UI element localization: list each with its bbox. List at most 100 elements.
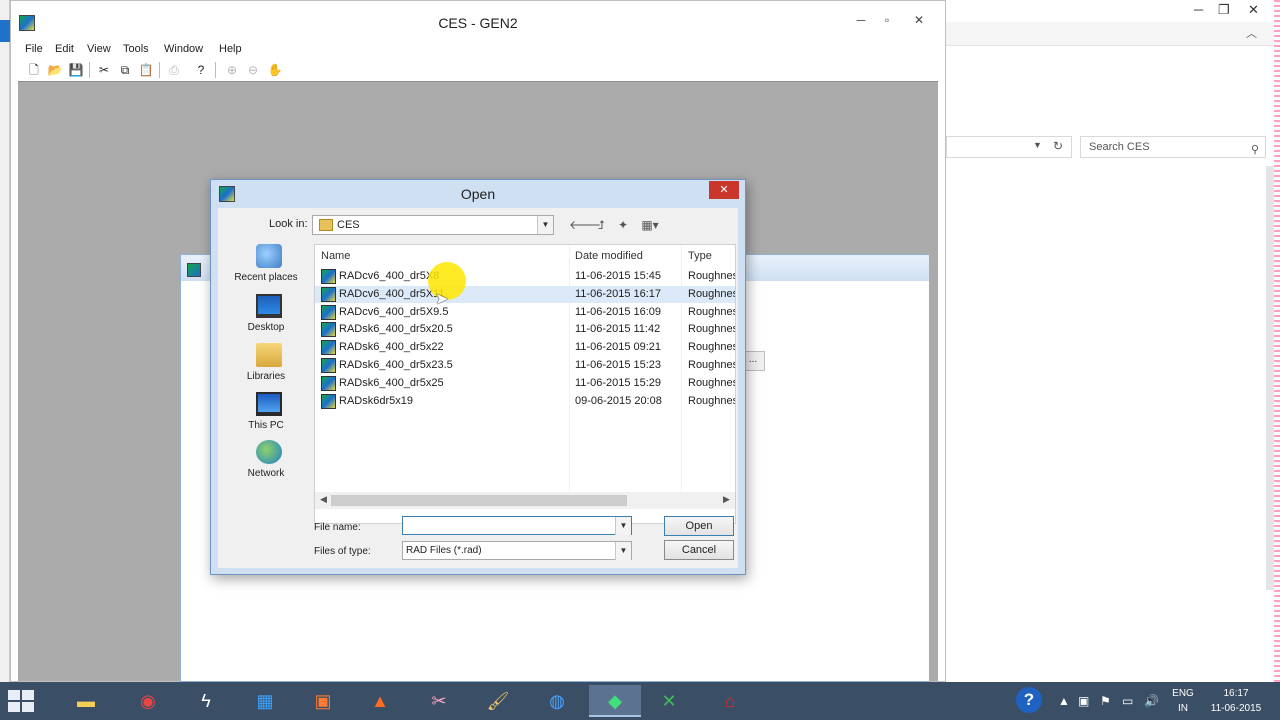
column-header-type[interactable]: Type — [688, 245, 712, 267]
view-menu-icon[interactable]: ▦▾ — [636, 216, 664, 234]
menu-window[interactable]: Window — [164, 43, 203, 55]
file-row[interactable]: RADsk6_400_dr5x22 11-06-2015 09:21 Roughne… — [315, 339, 735, 356]
file-row[interactable]: RADcv6_400_dr5X8 11-06-2015 15:45 Roughnes — [315, 268, 735, 285]
help-icon[interactable]: ? — [1016, 687, 1042, 713]
clock[interactable]: 16:17 11-06-2015 — [1206, 688, 1266, 714]
scrollbar-thumb[interactable] — [331, 495, 627, 506]
chevron-up-icon[interactable]: ︿ — [1246, 25, 1257, 41]
network-tray-icon[interactable]: ▭ — [1122, 694, 1133, 708]
file-list[interactable]: Name Date modified Type RADcv6_400_dr5X8… — [314, 244, 736, 524]
rad-file-icon — [321, 393, 336, 409]
google-earth-icon[interactable]: ◍ — [531, 685, 583, 717]
app-titlebar: CES - GEN2 ─ ▫ ✕ — [11, 1, 945, 39]
print-icon[interactable]: ⎙ — [165, 61, 183, 79]
back-arrow-icon[interactable]: 🡐 — [569, 216, 601, 234]
up-folder-icon[interactable]: ⮥ — [591, 216, 611, 234]
pan-hand-icon[interactable]: ✋ — [266, 61, 284, 79]
background-scrollbar[interactable] — [1266, 166, 1274, 590]
background-window-edge — [1274, 0, 1280, 682]
zoom-in-icon[interactable]: ⊕ — [223, 61, 241, 79]
new-file-icon[interactable]: 🗋 — [25, 61, 43, 79]
close-button[interactable]: ✕ — [909, 13, 929, 27]
search-input[interactable]: Search CES ⚲ — [1080, 136, 1266, 158]
place-this-pc[interactable]: This PC — [226, 392, 306, 438]
look-in-dropdown[interactable]: CES ▼ — [312, 215, 554, 235]
open-button[interactable]: Open — [664, 516, 734, 536]
place-desktop[interactable]: Desktop — [226, 294, 306, 340]
file-name-input[interactable]: ▼ — [402, 516, 632, 535]
background-window-titlebar: ─ ❐ ✕ — [946, 0, 1280, 22]
language-indicator[interactable]: ENG IN — [1166, 688, 1200, 714]
files-of-type-label: Files of type: — [314, 546, 371, 557]
file-date: 11-06-2015 09:21 — [575, 341, 662, 354]
file-type: Roughnes — [688, 394, 736, 407]
menu-tools[interactable]: Tools — [123, 43, 149, 55]
matlab-icon[interactable]: ▲ — [354, 685, 406, 717]
dialog-close-button[interactable]: ✕ — [709, 181, 739, 199]
calculator-app-icon[interactable]: ▦ — [239, 685, 291, 717]
column-header-date[interactable]: Date modified — [575, 245, 643, 267]
file-explorer-icon[interactable]: ▬ — [60, 685, 112, 717]
acrobat-icon[interactable]: ⌂ — [704, 685, 756, 717]
office-app-icon[interactable]: ▣ — [297, 685, 349, 717]
action-center-flag-icon[interactable]: ⚑ — [1100, 694, 1111, 708]
scroll-left-arrow-icon[interactable]: ◀ — [320, 494, 327, 505]
open-folder-icon[interactable]: 📂 — [46, 61, 64, 79]
restore-button[interactable]: ▫ — [877, 13, 897, 27]
save-icon[interactable]: 💾 — [67, 61, 85, 79]
snipping-tool-icon[interactable]: ✂ — [413, 685, 465, 717]
files-of-type-dropdown[interactable]: RAD Files (*.rad) ▼ — [402, 541, 632, 560]
chevron-down-icon[interactable]: ▼ — [537, 216, 553, 234]
chrome-icon[interactable]: ◉ — [122, 685, 174, 717]
background-restore-button[interactable]: ❐ — [1218, 2, 1230, 18]
app-lightning-icon[interactable]: ϟ — [180, 685, 232, 717]
language-top: ENG — [1172, 688, 1194, 699]
file-type: Roughnes — [688, 287, 736, 300]
cut-icon[interactable]: ✂ — [95, 61, 113, 79]
file-row[interactable]: RADcv6_400_dr5X9.5 11-06-2015 16:09 Roughn… — [315, 304, 735, 321]
place-libraries[interactable]: Libraries — [226, 343, 306, 389]
copy-icon[interactable]: ⧉ — [116, 61, 134, 79]
chevron-down-icon[interactable]: ▼ — [615, 542, 631, 560]
column-header-name[interactable]: Name — [321, 245, 350, 267]
place-recent[interactable]: Recent places — [226, 244, 306, 290]
menu-edit[interactable]: Edit — [55, 43, 74, 55]
ces-taskbar-icon[interactable]: ◆ — [589, 685, 641, 717]
file-date: 11-06-2015 16:17 — [575, 287, 662, 300]
excel-icon[interactable]: ✕ — [643, 685, 695, 717]
minimize-button[interactable]: ─ — [851, 13, 871, 27]
paste-icon[interactable]: 📋 — [137, 61, 155, 79]
paint-icon[interactable]: 🖌 — [472, 685, 524, 717]
menu-file[interactable]: File — [25, 43, 43, 55]
show-hidden-icons-icon[interactable]: ▲ — [1058, 694, 1070, 708]
file-row[interactable]: RADcv6_400_dr5X11 11-06-2015 16:17 Roughne… — [315, 285, 736, 303]
chevron-down-icon[interactable]: ▼ — [615, 517, 631, 535]
file-type: Roughnes — [688, 323, 736, 336]
mouse-cursor-icon: ➤ — [435, 291, 449, 308]
search-icon[interactable]: ⚲ — [1251, 140, 1259, 160]
horizontal-scrollbar[interactable]: ◀ ▶ — [315, 492, 735, 509]
libraries-icon — [256, 343, 282, 367]
background-address-bar[interactable]: ▼ ↻ — [946, 136, 1072, 158]
background-minimize-button[interactable]: ─ — [1194, 2, 1203, 17]
file-row[interactable]: RADsk6_400_dr5x25 11-06-2015 15:29 Roughne… — [315, 375, 735, 392]
menu-view[interactable]: View — [87, 43, 111, 55]
file-row[interactable]: RADsk6_400_dr5x23.5 11-06-2015 15:23 Rough… — [315, 357, 735, 374]
network-icon — [256, 440, 282, 464]
zoom-out-icon[interactable]: ⊖ — [244, 61, 262, 79]
volume-icon[interactable]: 🔊 — [1144, 694, 1159, 708]
file-row[interactable]: RADsk6dr5x19 09-06-2015 20:08 Roughnes — [315, 393, 736, 410]
menu-help[interactable]: Help — [219, 43, 242, 55]
file-row[interactable]: RADsk6_400_dr5x20.5 11-06-2015 11:42 Rough… — [315, 321, 736, 338]
refresh-icon[interactable]: ↻ — [1053, 139, 1063, 153]
scroll-right-arrow-icon[interactable]: ▶ — [723, 494, 730, 505]
tray-app-icon[interactable]: ▣ — [1078, 694, 1089, 708]
place-network[interactable]: Network — [226, 440, 306, 486]
help-pointer-icon[interactable]: ? — [192, 61, 210, 79]
background-close-button[interactable]: ✕ — [1248, 2, 1259, 18]
chevron-down-icon[interactable]: ▼ — [1033, 140, 1042, 150]
new-folder-icon[interactable]: ✦ — [613, 216, 633, 234]
cancel-button[interactable]: Cancel — [664, 540, 734, 560]
clock-date: 11-06-2015 — [1210, 703, 1262, 714]
start-button[interactable] — [8, 690, 36, 712]
